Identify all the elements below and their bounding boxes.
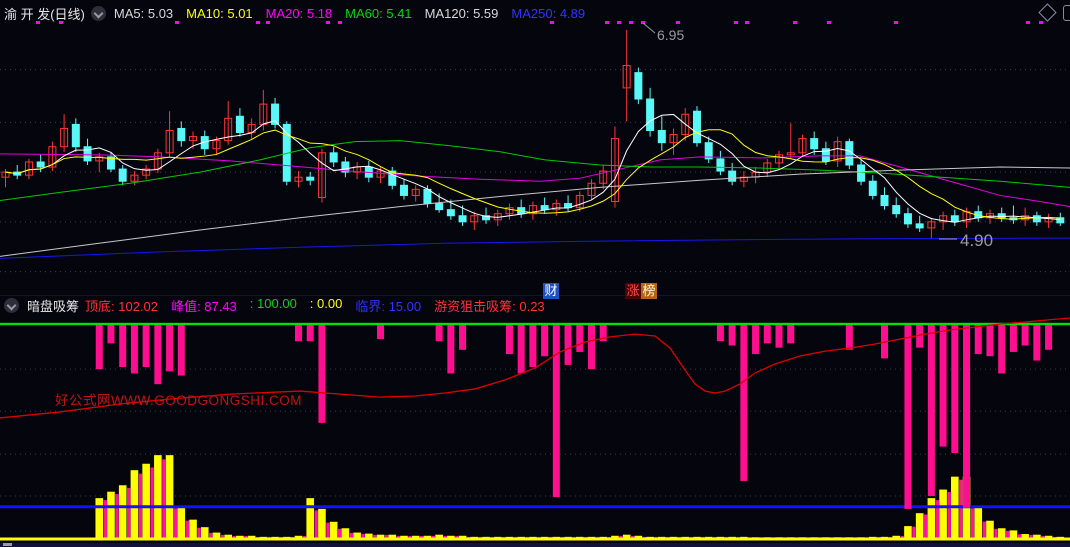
price-annotation: 6.95 — [657, 27, 684, 43]
gainlist-badge-bang[interactable]: 榜 — [641, 283, 657, 299]
watermark-text: 好公式网WWW.GOODGONGSHI.COM — [55, 393, 302, 408]
indicator-header: 暗盘吸筹 顶底: 102.02 峰值: 87.43 : 100.00 : 0.00 临界… — [4, 296, 558, 315]
stock-title: 渝 开 发(日线) — [4, 7, 85, 22]
ma-labels: MA5: 5.03 MA10: 5.01 MA20: 5.18 MA60: 5.41 M… — [114, 6, 598, 21]
indicator-title: 暗盘吸筹 — [27, 299, 80, 314]
sub-fields-item-4: 临界: 15.00 — [355, 299, 422, 314]
chart-canvas[interactable]: 6.95 4.90 — [0, 0, 1070, 547]
sub-fields-item-2: : 100.00 — [249, 296, 297, 311]
main-chart-header: 渝 开 发(日线) MA5: 5.03 MA10: 5.01 MA20: 5.18 M… — [4, 4, 598, 23]
ma-labels-item-2: MA20: 5.18 — [265, 6, 333, 21]
price-annotation: 4.90 — [960, 231, 993, 250]
ma-labels-item-0: MA5: 5.03 — [113, 6, 174, 21]
sub-fields-item-3: : 0.00 — [309, 296, 343, 311]
ma-labels-item-3: MA60: 5.41 — [345, 6, 412, 21]
sub-fields-item-0: 顶底: 102.02 — [85, 299, 159, 314]
ma-labels-item-4: MA120: 5.59 — [424, 6, 499, 21]
sub-fields-item-1: 峰值: 87.43 — [171, 299, 237, 314]
ma-labels-item-5: MA250: 4.89 — [511, 6, 586, 21]
sub-fields-item-5: 游资狙击吸筹: 0.23 — [434, 299, 545, 314]
ma-labels-item-1: MA10: 5.01 — [186, 6, 253, 21]
gainlist-badge-zhang[interactable]: 涨 — [625, 283, 641, 299]
scrollbar-mark[interactable] — [3, 543, 12, 546]
window-icon[interactable] — [1063, 5, 1070, 21]
chevron-down-icon[interactable] — [90, 6, 106, 21]
chevron-down-icon[interactable] — [4, 298, 19, 313]
trading-terminal-window: 6.95 4.90 渝 开 发(日线) MA5: 5.03 MA10: 5.01 MA… — [0, 0, 1070, 547]
bottom-strip — [0, 543, 1070, 547]
indicator-fields: 顶底: 102.02 峰值: 87.43 : 100.00 : 0.00 临界: 15.… — [85, 296, 558, 315]
